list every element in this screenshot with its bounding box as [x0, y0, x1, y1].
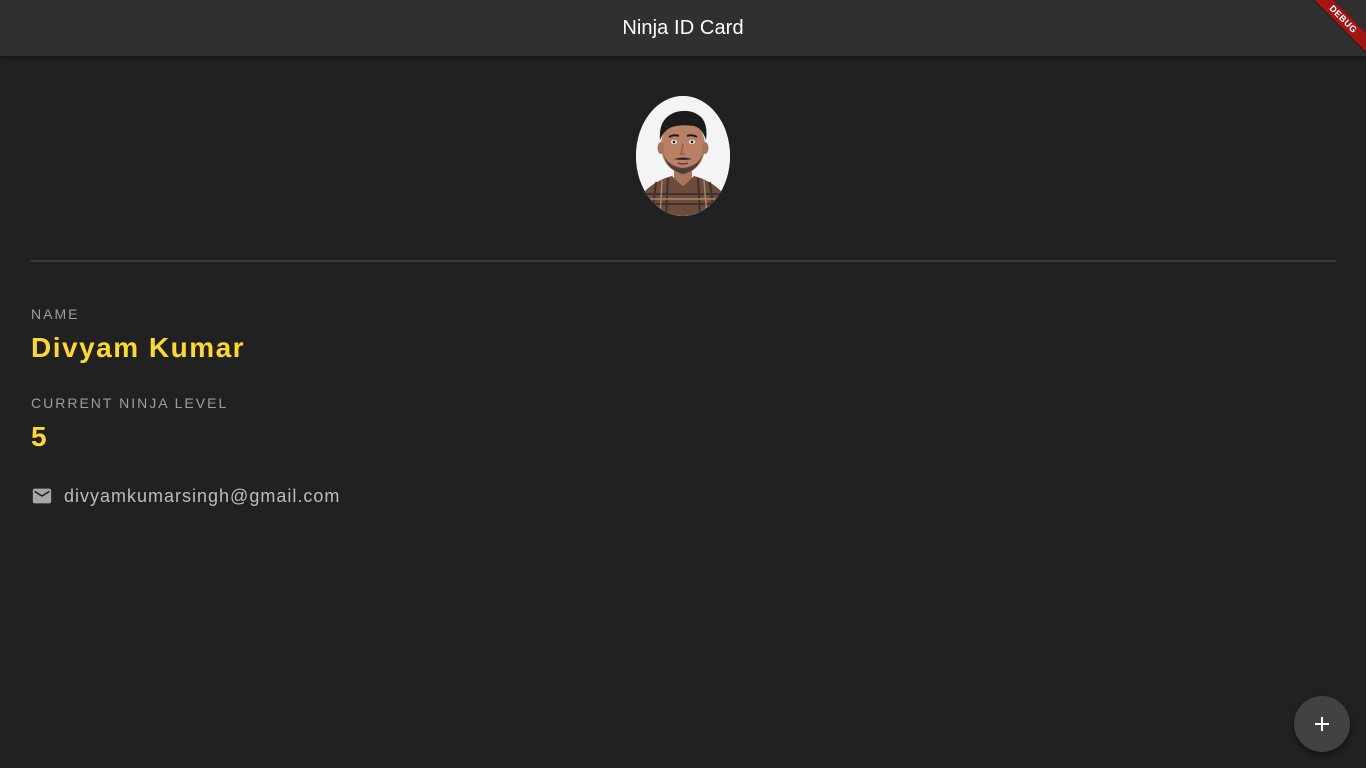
- app-screen: Ninja ID Card DEBUG NAME Divyam Kumar CU…: [0, 0, 1366, 768]
- debug-banner: DEBUG: [1306, 0, 1366, 60]
- add-icon: [1315, 717, 1329, 731]
- avatar: [636, 96, 730, 216]
- app-bar: Ninja ID Card: [0, 0, 1366, 56]
- name-label: NAME: [31, 306, 80, 322]
- person-photo-icon: [636, 96, 730, 216]
- level-label: CURRENT NINJA LEVEL: [31, 395, 229, 411]
- add-button[interactable]: [1294, 696, 1350, 752]
- app-title: Ninja ID Card: [622, 16, 744, 39]
- debug-banner-label: DEBUG: [1306, 0, 1366, 56]
- name-value: Divyam Kumar: [31, 332, 246, 363]
- email-text: divyamkumarsingh@gmail.com: [64, 485, 341, 506]
- divider: [31, 260, 1336, 262]
- email-row: divyamkumarsingh@gmail.com: [31, 485, 340, 507]
- mail-icon: [31, 485, 53, 507]
- level-value: 5: [31, 421, 49, 452]
